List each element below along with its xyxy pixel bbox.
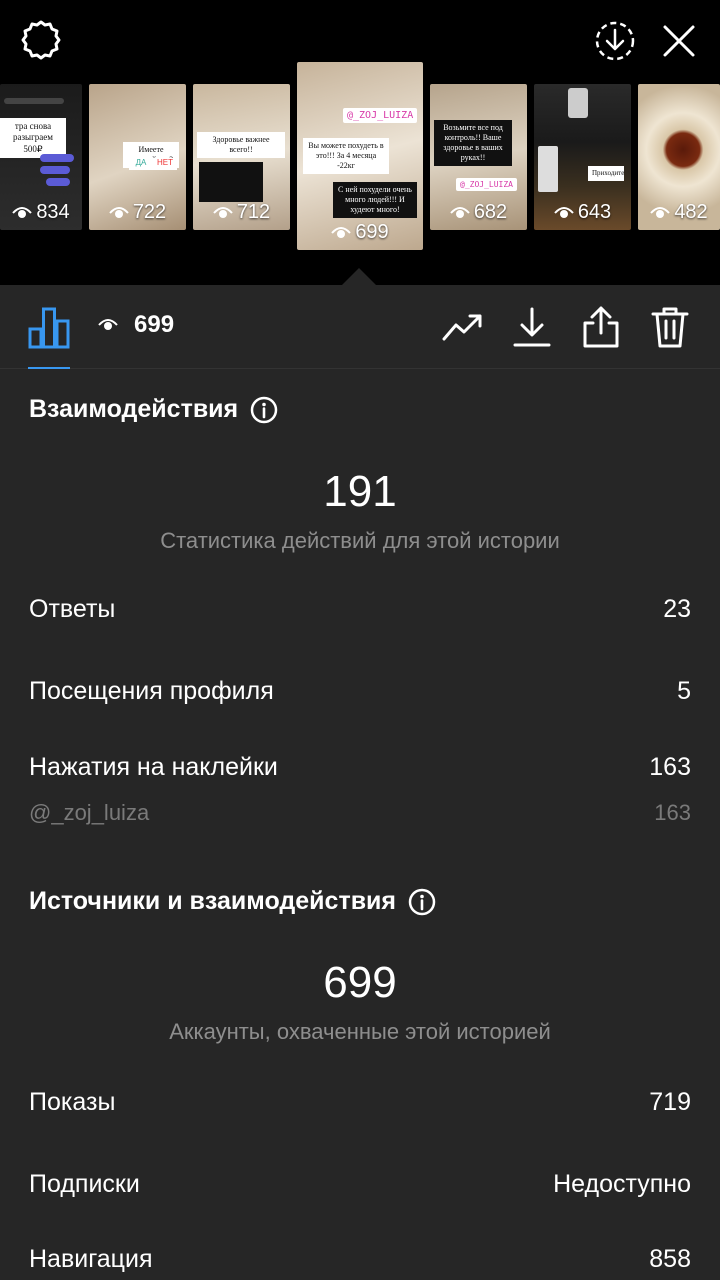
views-badge: 682 [430,201,527,224]
stat-value: 23 [663,595,691,623]
views-count: 834 [36,201,70,223]
gear-icon[interactable] [18,18,64,64]
interactions-caption: Статистика действий для этой истории [160,528,560,553]
discovery-title: Источники и взаимодействия [29,887,436,916]
interactions-title: Взаимодействия [29,395,278,424]
story-thumbnail[interactable]: Здоровье важнее всего!! 712 [193,84,290,230]
views-count: 682 [473,201,508,223]
poll-yes: ДА [135,158,147,167]
story-thumbnails: тра снова разыграем 500₽ 834 Имеете лишн… [0,62,720,262]
selection-pointer [342,268,376,285]
mention-sticker: @_ZOJ_LUIZA [343,108,418,123]
stat-label: Ответы [29,595,116,623]
views-count: 722 [132,201,167,223]
stat-label: Навигация [29,1245,153,1273]
story-caption: Возьмите все под контроль!! Ваше здоровь… [434,120,512,166]
info-icon[interactable] [250,396,278,424]
stat-row-sticker-mention[interactable]: @_zoj_luiza 163 [29,800,691,826]
story-text-card [199,162,263,202]
mention-sticker: @_ZOJ_LUIZA [456,178,517,191]
stat-row-navigation[interactable]: Навигация 858 [29,1245,691,1274]
stat-value: 163 [654,800,691,825]
views-badge: 699 [297,221,423,244]
insights-panel: 699 Взаимодействия 191 Статистика действ… [0,285,720,1280]
stat-row-replies: Ответы 23 [29,595,691,624]
tab-views[interactable]: 699 [98,311,174,339]
eye-icon [98,319,118,330]
story-caption: тра снова разыграем 500₽ [0,118,66,158]
views-count: 482 [674,201,708,223]
close-icon[interactable] [656,18,702,64]
stat-label: Посещения профиля [29,677,274,705]
section-title-text: Взаимодействия [29,395,239,423]
delete-icon[interactable] [648,305,692,349]
story-thumbnail[interactable]: Приходите 643 [534,84,631,230]
stat-row-sticker-taps: Нажатия на наклейки 163 [29,753,691,782]
section-title-text: Источники и взаимодействия [29,887,397,915]
views-count: 699 [355,221,389,243]
stat-value: 858 [649,1245,691,1273]
stat-row-impressions: Показы 719 [29,1088,691,1117]
story-thumbnail-selected[interactable]: @_ZOJ_LUIZA Вы можете похудеть в это!!! … [297,62,423,250]
stat-row-profile-visits: Посещения профиля 5 [29,677,691,706]
story-preview-header: тра снова разыграем 500₽ 834 Имеете лишн… [0,0,720,285]
poll-no: НЕТ [157,158,173,167]
views-badge: 834 [0,201,82,224]
stat-value: 5 [677,677,691,705]
stat-value: Недоступно [553,1170,691,1198]
stat-value: 719 [649,1088,691,1116]
bar-chart-icon[interactable] [28,305,70,349]
story-caption: С ней похудели очень много людей!!! И ху… [333,182,417,218]
story-thumbnail[interactable]: 482 [638,84,720,230]
story-caption: Приходите [588,166,624,181]
info-icon[interactable] [408,888,436,916]
stat-label: Нажатия на наклейки [29,753,278,781]
views-badge: 712 [193,201,290,224]
views-badge: 643 [534,201,631,224]
story-caption: Здоровье важнее всего!! [197,132,285,158]
stat-row-follows: Подписки Недоступно [29,1170,691,1199]
views-badge: 722 [89,201,186,224]
story-thumbnail[interactable]: Имеете лишний вес? ДА НЕТ 722 [89,84,186,230]
interactions-total: 191 [323,467,397,516]
stat-label: Подписки [29,1170,140,1198]
trend-icon[interactable] [441,305,485,349]
insights-tabbar: 699 [0,285,720,369]
save-icon[interactable] [510,305,554,349]
stat-value: 163 [649,753,691,781]
story-thumbnail[interactable]: тра снова разыграем 500₽ 834 [0,84,82,230]
active-tab-indicator [28,367,70,369]
discovery-total: 699 [323,958,397,1007]
views-total: 699 [134,311,175,338]
story-thumbnail[interactable]: Возьмите все под контроль!! Ваше здоровь… [430,84,527,230]
views-count: 712 [236,201,271,223]
share-icon[interactable] [579,305,623,349]
discovery-caption: Аккаунты, охваченные этой историей [169,1019,551,1044]
story-caption: Вы можете похудеть в это!!! За 4 месяца … [303,138,389,174]
stat-label: @_zoj_luiza [29,800,150,825]
stat-label: Показы [29,1088,116,1116]
views-badge: 482 [638,201,720,224]
views-count: 643 [577,201,612,223]
download-icon[interactable] [592,18,638,64]
